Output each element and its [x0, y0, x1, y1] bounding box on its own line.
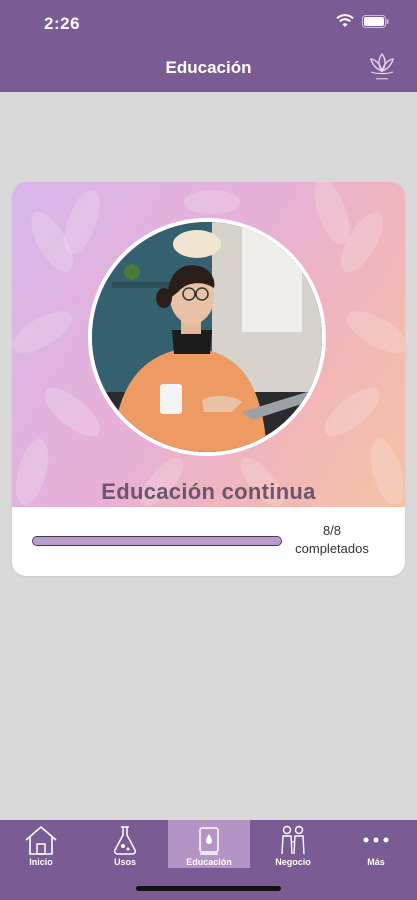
progress-status: 8/8 completados [292, 522, 372, 558]
progress-count: 8/8 [322, 523, 342, 538]
status-icons [336, 14, 389, 28]
tab-label: Usos [113, 857, 136, 867]
home-icon [25, 825, 57, 855]
page-title: Educación [165, 58, 252, 77]
course-card[interactable]: Educación continua 8/8 completados [12, 182, 405, 576]
tab-label: Inicio [29, 857, 53, 867]
status-time: 2:26 [44, 14, 81, 33]
lotus-logo-icon[interactable] [367, 50, 397, 84]
course-photo [88, 218, 326, 456]
tab-educacion[interactable]: Educación [168, 820, 250, 868]
woman-at-laptop-image [92, 222, 322, 452]
tab-mas[interactable]: Más [335, 820, 417, 868]
book-drop-icon [199, 827, 219, 855]
people-icon [281, 825, 305, 855]
more-icon [363, 837, 389, 843]
top-bar: 2:26 Educación [0, 0, 417, 92]
battery-icon [362, 14, 389, 28]
tab-label: Educación [186, 857, 232, 867]
home-indicator [136, 886, 281, 891]
tab-negocio[interactable]: Negocio [252, 820, 334, 868]
wifi-icon [336, 14, 354, 27]
tab-label: Más [367, 857, 385, 867]
tab-label: Negocio [275, 857, 311, 867]
course-title: Educación continua [101, 479, 316, 504]
progress-fill [33, 537, 281, 545]
tab-inicio[interactable]: Inicio [0, 820, 82, 868]
progress-label: completados [295, 541, 369, 556]
flask-icon [114, 826, 136, 855]
progress-bar [32, 536, 282, 546]
tab-usos[interactable]: Usos [84, 820, 166, 868]
